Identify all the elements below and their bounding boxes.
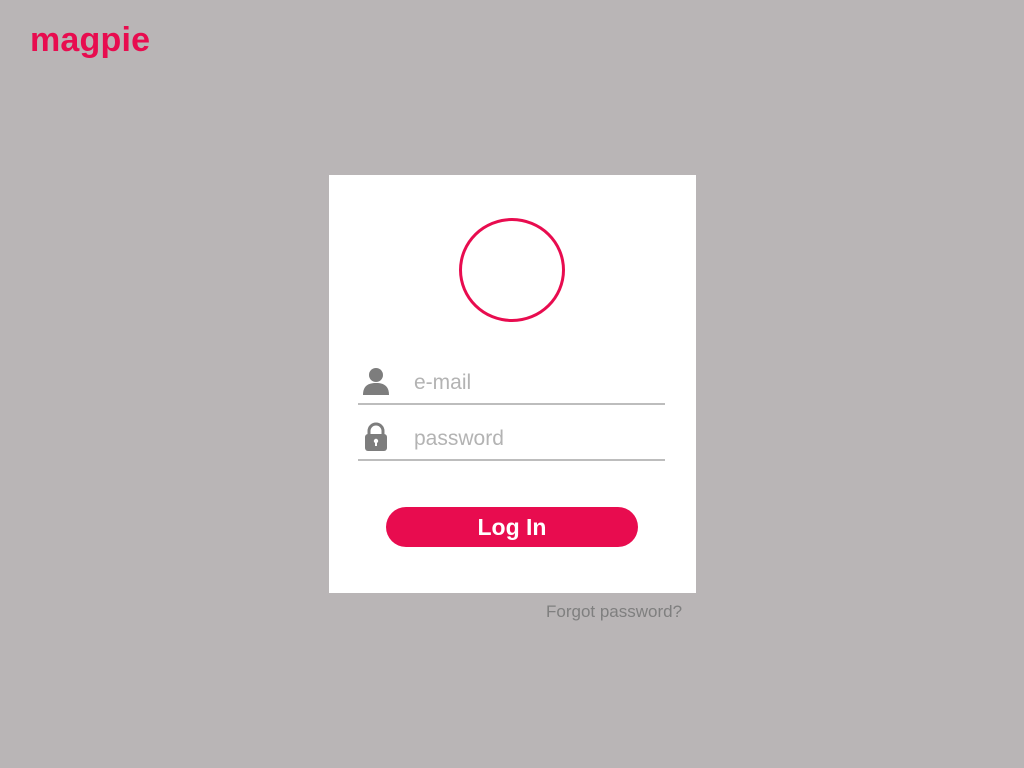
login-button[interactable]: Log In [386,507,638,547]
email-field-container [358,363,665,405]
avatar-placeholder [459,218,565,322]
user-icon [361,363,391,399]
forgot-password-link[interactable]: Forgot password? [546,601,682,623]
lock-icon [361,419,391,455]
password-input[interactable] [414,423,659,455]
brand-logo: magpie [30,21,151,59]
password-field-container [358,419,665,461]
login-card: Log In [329,175,696,593]
email-input[interactable] [414,367,659,399]
